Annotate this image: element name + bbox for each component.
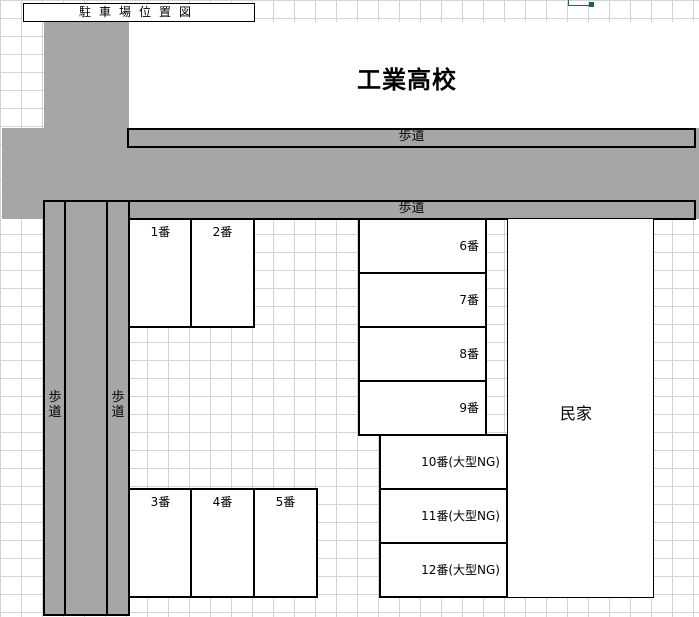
parking-spot-12-label: 12番(大型NG)	[421, 563, 500, 577]
parking-spot-5[interactable]: 5番	[253, 488, 318, 598]
parking-spot-5-label: 5番	[275, 495, 296, 509]
parking-spot-1-label: 1番	[150, 225, 171, 239]
parking-spot-4-label: 4番	[212, 495, 233, 509]
parking-spot-2-label: 2番	[212, 225, 233, 239]
parking-spot-8[interactable]: 8番	[358, 326, 487, 382]
parking-spot-12[interactable]: 12番(大型NG)	[379, 542, 508, 598]
parking-spot-6[interactable]: 6番	[358, 218, 487, 274]
cell-selection-border	[568, 0, 590, 6]
cell-selection-handle[interactable]	[589, 2, 594, 7]
parking-spot-10-label: 10番(大型NG)	[421, 455, 500, 469]
sidewalk-west-outer-label: 歩道	[48, 390, 62, 420]
sidewalk-south-label: 歩道	[398, 201, 425, 216]
parking-spot-9[interactable]: 9番	[358, 380, 487, 436]
sidewalk-north-label: 歩道	[398, 129, 425, 144]
parking-spot-10[interactable]: 10番(大型NG)	[379, 434, 508, 490]
parking-spot-7-label: 7番	[459, 293, 479, 307]
parking-spot-11[interactable]: 11番(大型NG)	[379, 488, 508, 544]
road-vertical-left	[64, 200, 109, 616]
parking-spot-6-label: 6番	[459, 239, 479, 253]
parking-spot-11-label: 11番(大型NG)	[421, 509, 500, 523]
parking-spot-7[interactable]: 7番	[358, 272, 487, 328]
sidewalk-north: 歩道	[127, 128, 696, 148]
parking-spot-9-label: 9番	[459, 401, 479, 415]
map-title: 駐車場位置図	[23, 3, 255, 22]
road-vertical-top	[44, 22, 129, 132]
sidewalk-south: 歩道	[127, 200, 696, 220]
parking-spot-2[interactable]: 2番	[190, 218, 255, 328]
parking-spot-3-label: 3番	[150, 495, 171, 509]
parking-spot-3[interactable]: 3番	[128, 488, 193, 598]
school-name: 工業高校	[357, 66, 457, 94]
parking-spot-1[interactable]: 1番	[128, 218, 193, 328]
parking-spot-8-label: 8番	[459, 347, 479, 361]
sidewalk-west-inner-label: 歩道	[111, 390, 125, 420]
parking-spot-4[interactable]: 4番	[190, 488, 255, 598]
private-house-label: 民家	[560, 404, 593, 423]
